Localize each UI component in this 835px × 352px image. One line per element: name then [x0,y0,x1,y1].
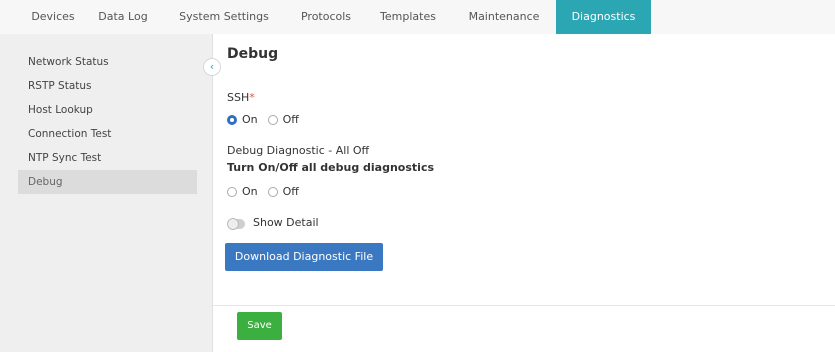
top-tab-bar: Devices Data Log System Settings Protoco… [0,0,835,35]
sidebar-item-network-status[interactable]: Network Status [18,50,197,74]
show-detail-label[interactable]: Show Detail [253,216,319,229]
ssh-off-radio[interactable] [267,114,278,125]
ssh-label: SSH* [227,91,255,104]
tab-devices[interactable]: Devices [26,0,80,34]
tab-maintenance[interactable]: Maintenance [458,0,550,34]
save-button[interactable]: Save [237,312,282,340]
ssh-radio-group: On Off [227,113,309,126]
ssh-on-radio[interactable] [227,114,237,125]
debug-radio-group: On Off [227,185,309,198]
debug-diagnostic-heading: Turn On/Off all debug diagnostics [227,161,435,174]
debug-on-radio[interactable] [227,186,237,197]
tab-data-log[interactable]: Data Log [88,0,158,34]
page-title: Debug [227,46,279,62]
ssh-off-label[interactable]: Off [283,113,299,126]
chevron-left-icon[interactable]: ‹ [203,58,221,76]
ssh-label-text: SSH [227,91,250,104]
main-panel: Debug SSH* On Off Debug Diagnostic - All… [213,34,835,352]
footer-divider [213,305,835,306]
sidebar-item-debug[interactable]: Debug [18,170,197,194]
sidebar: Network Status RSTP Status Host Lookup C… [0,34,213,352]
sidebar-item-ntp-sync-test[interactable]: NTP Sync Test [18,146,197,170]
sidebar-item-connection-test[interactable]: Connection Test [18,122,197,146]
debug-diagnostic-status: Debug Diagnostic - All Off [227,144,370,157]
tab-system-settings[interactable]: System Settings [170,0,278,34]
tab-diagnostics[interactable]: Diagnostics [556,0,651,34]
required-mark: * [249,91,255,104]
show-detail-toggle[interactable] [227,218,245,230]
sidebar-item-host-lookup[interactable]: Host Lookup [18,98,197,122]
ssh-on-label[interactable]: On [242,113,258,126]
download-diagnostic-file-button[interactable]: Download Diagnostic File [225,243,383,271]
sidebar-item-rstp-status[interactable]: RSTP Status [18,74,197,98]
tab-protocols[interactable]: Protocols [292,0,360,34]
debug-off-radio[interactable] [267,186,278,197]
tab-templates[interactable]: Templates [370,0,446,34]
toggle-knob [227,218,239,230]
debug-on-label[interactable]: On [242,185,258,198]
debug-off-label[interactable]: Off [283,185,299,198]
